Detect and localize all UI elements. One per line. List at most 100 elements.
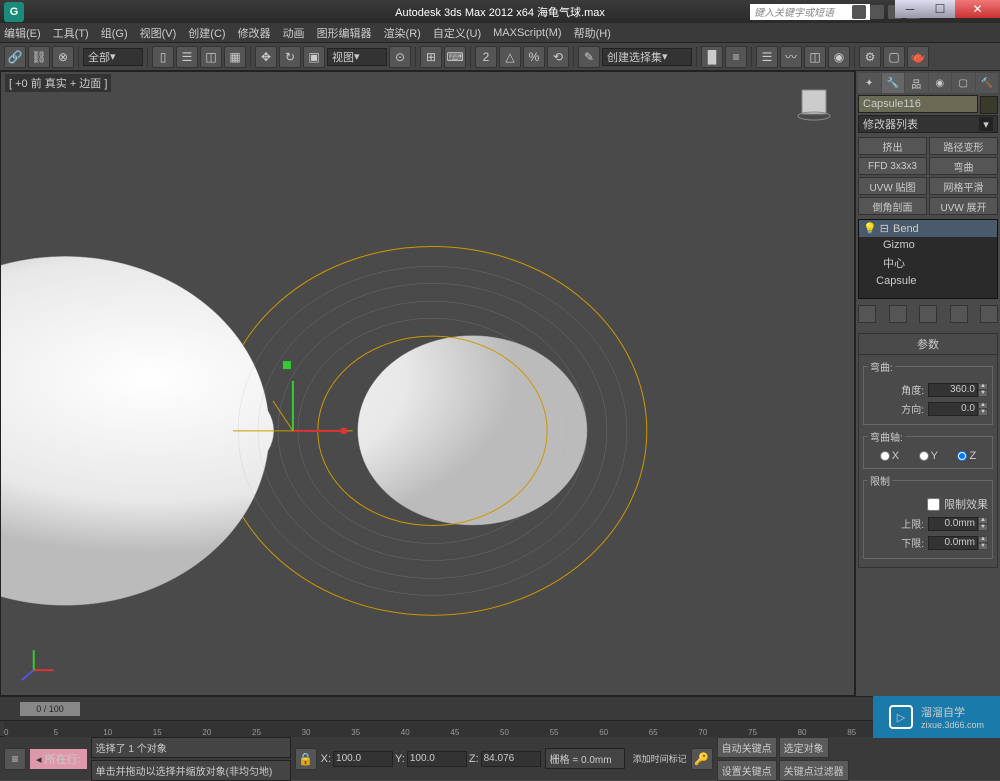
direction-input[interactable] xyxy=(928,402,978,416)
modifier-list-dropdown[interactable]: 修改器列表▾ xyxy=(858,115,998,133)
pivot-icon[interactable]: ⊙ xyxy=(389,46,411,68)
dir-down[interactable]: ▼ xyxy=(978,409,988,416)
curve-editor-icon[interactable]: 〰 xyxy=(780,46,802,68)
unlink-icon[interactable]: ⛓ xyxy=(28,46,50,68)
tab-hierarchy[interactable]: 品 xyxy=(905,73,928,93)
show-result-icon[interactable] xyxy=(889,305,907,323)
add-time-marker[interactable]: 添加时间标记 xyxy=(633,752,687,765)
coord-x[interactable] xyxy=(333,751,393,767)
select-region-icon[interactable]: ◫ xyxy=(200,46,222,68)
coord-y[interactable] xyxy=(407,751,467,767)
upper-input[interactable] xyxy=(928,517,978,531)
btn-uvwunwrap[interactable]: UVW 展开 xyxy=(929,197,998,215)
tab-create[interactable]: ✦ xyxy=(858,73,881,93)
btn-ffd[interactable]: FFD 3x3x3 xyxy=(858,157,927,175)
schematic-icon[interactable]: ◫ xyxy=(804,46,826,68)
menu-edit[interactable]: 编辑(E) xyxy=(4,25,41,41)
menu-customize[interactable]: 自定义(U) xyxy=(433,25,481,41)
menu-view[interactable]: 视图(V) xyxy=(140,25,177,41)
btn-meshsmooth[interactable]: 网格平滑 xyxy=(929,177,998,195)
edit-selection-icon[interactable]: ✎ xyxy=(578,46,600,68)
maximize-button[interactable]: ☐ xyxy=(925,0,955,18)
render-icon[interactable]: 🫖 xyxy=(907,46,929,68)
keyfilter-button[interactable]: 关键点过滤器 xyxy=(779,760,849,781)
menu-maxscript[interactable]: MAXScript(M) xyxy=(493,27,561,39)
axis-y[interactable]: Y xyxy=(919,450,938,462)
btn-bevelprofile[interactable]: 倒角剖面 xyxy=(858,197,927,215)
menu-render[interactable]: 渲染(R) xyxy=(384,25,421,41)
modifier-stack[interactable]: 💡 ⊟ Bend Gizmo 中心 Capsule xyxy=(858,219,998,299)
render-frame-icon[interactable]: ▢ xyxy=(883,46,905,68)
setkey-button[interactable]: 设置关键点 xyxy=(717,760,777,781)
snap-2d-icon[interactable]: 2 xyxy=(475,46,497,68)
angle-input[interactable] xyxy=(928,383,978,397)
tab-modify[interactable]: 🔧 xyxy=(882,73,905,93)
bind-icon[interactable]: ⊗ xyxy=(52,46,74,68)
select-manipulate-icon[interactable]: ⊞ xyxy=(420,46,442,68)
maxscript-icon[interactable]: ≡ xyxy=(4,748,26,770)
menu-tools[interactable]: 工具(T) xyxy=(53,25,89,41)
time-slider-handle[interactable]: 0 / 100 xyxy=(20,702,80,716)
rollout-header-params[interactable]: 参数 xyxy=(859,334,997,355)
time-slider[interactable]: 0 / 100 xyxy=(0,696,1000,720)
angle-up[interactable]: ▲ xyxy=(978,383,988,390)
limit-effect-checkbox[interactable] xyxy=(927,498,940,511)
coord-z[interactable] xyxy=(481,751,541,767)
lock-icon[interactable]: 🔒 xyxy=(295,748,317,770)
render-setup-icon[interactable]: ⚙ xyxy=(859,46,881,68)
rotate-icon[interactable]: ↻ xyxy=(279,46,301,68)
mirror-icon[interactable]: ▐▌ xyxy=(701,46,723,68)
lower-input[interactable] xyxy=(928,536,978,550)
minimize-button[interactable]: ─ xyxy=(895,0,925,18)
dir-up[interactable]: ▲ xyxy=(978,402,988,409)
material-icon[interactable]: ◉ xyxy=(828,46,850,68)
pin-stack-icon[interactable] xyxy=(858,305,876,323)
tab-display[interactable]: ▢ xyxy=(952,73,975,93)
spinner-snap-icon[interactable]: ⟲ xyxy=(547,46,569,68)
menu-modifiers[interactable]: 修改器 xyxy=(238,25,271,41)
snap-angle-icon[interactable]: △ xyxy=(499,46,521,68)
menu-create[interactable]: 创建(C) xyxy=(188,25,225,41)
stack-gizmo[interactable]: Gizmo xyxy=(859,237,997,253)
move-icon[interactable]: ✥ xyxy=(255,46,277,68)
viewcube[interactable] xyxy=(794,82,834,122)
axis-z[interactable]: Z xyxy=(957,450,976,462)
tab-utilities[interactable]: 🔨 xyxy=(976,73,999,93)
configure-sets-icon[interactable] xyxy=(980,305,998,323)
menu-grapheditor[interactable]: 图形编辑器 xyxy=(317,25,372,41)
make-unique-icon[interactable] xyxy=(919,305,937,323)
window-crossing-icon[interactable]: ▦ xyxy=(224,46,246,68)
menu-animation[interactable]: 动画 xyxy=(283,25,305,41)
selkey-dropdown[interactable]: 选定对象 xyxy=(779,737,829,758)
selection-filter[interactable]: 全部 ▾ xyxy=(83,48,143,66)
close-button[interactable]: ✕ xyxy=(955,0,1000,18)
viewport-label[interactable]: [ +0 前 真实 + 边面 ] xyxy=(5,74,111,92)
keyboard-shortcut-icon[interactable]: ⌨ xyxy=(444,46,466,68)
select-name-icon[interactable]: ☰ xyxy=(176,46,198,68)
snap-percent-icon[interactable]: % xyxy=(523,46,545,68)
align-icon[interactable]: ≡ xyxy=(725,46,747,68)
viewport[interactable]: [ +0 前 真实 + 边面 ] xyxy=(0,71,855,696)
key-icon[interactable]: 🔑 xyxy=(691,748,713,770)
link-icon[interactable]: 🔗 xyxy=(4,46,26,68)
scale-icon[interactable]: ▣ xyxy=(303,46,325,68)
stack-bend[interactable]: 💡 ⊟ Bend xyxy=(859,220,997,237)
menu-group[interactable]: 组(G) xyxy=(101,25,128,41)
autokey-button[interactable]: 自动关键点 xyxy=(717,737,777,758)
named-selection-dropdown[interactable]: 创建选择集 ▾ xyxy=(602,48,692,66)
stack-center[interactable]: 中心 xyxy=(859,253,997,273)
tab-motion[interactable]: ◉ xyxy=(929,73,952,93)
time-ruler[interactable]: 0 5 10 15 20 25 30 35 40 45 50 55 60 65 … xyxy=(4,721,996,737)
angle-down[interactable]: ▼ xyxy=(978,390,988,397)
btn-bend[interactable]: 弯曲 xyxy=(929,157,998,175)
menu-help[interactable]: 帮助(H) xyxy=(574,25,611,41)
stack-capsule[interactable]: Capsule xyxy=(859,273,997,289)
axis-x[interactable]: X xyxy=(880,450,899,462)
layers-icon[interactable]: ☰ xyxy=(756,46,778,68)
btn-pathdeform[interactable]: 路径变形 xyxy=(929,137,998,155)
remove-mod-icon[interactable] xyxy=(950,305,968,323)
object-color-swatch[interactable] xyxy=(980,96,998,114)
ref-coord-dropdown[interactable]: 视图 ▾ xyxy=(327,48,387,66)
object-name-field[interactable]: Capsule116 xyxy=(858,95,978,113)
btn-uvwmap[interactable]: UVW 贴图 xyxy=(858,177,927,195)
